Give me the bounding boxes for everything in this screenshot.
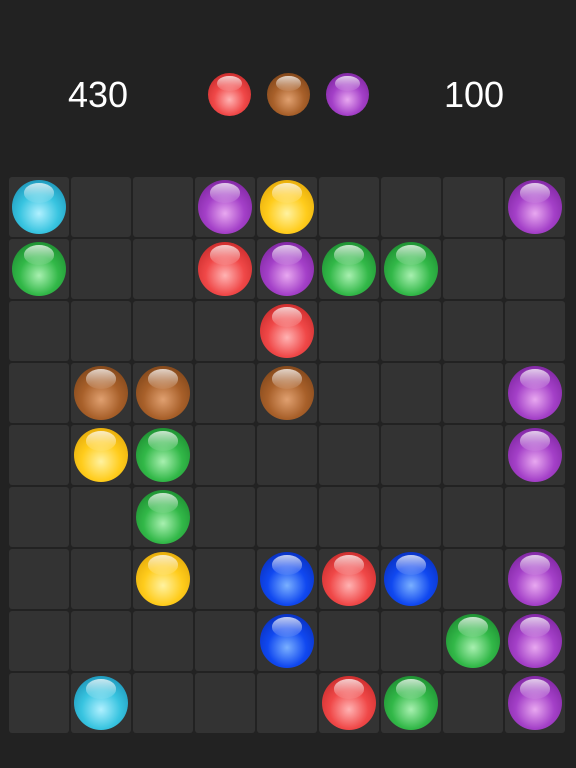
board-cell[interactable] bbox=[319, 363, 379, 423]
board-cell[interactable] bbox=[9, 487, 69, 547]
board-cell[interactable] bbox=[133, 673, 193, 733]
blue-ball[interactable] bbox=[260, 614, 314, 668]
board-cell[interactable] bbox=[71, 549, 131, 609]
board-cell[interactable] bbox=[195, 301, 255, 361]
cyan-ball[interactable] bbox=[74, 676, 128, 730]
purple-ball[interactable] bbox=[508, 614, 562, 668]
board-cell[interactable] bbox=[505, 239, 565, 299]
board-cell[interactable] bbox=[9, 549, 69, 609]
board-cell[interactable] bbox=[443, 673, 503, 733]
board-cell[interactable] bbox=[381, 425, 441, 485]
purple-ball[interactable] bbox=[508, 552, 562, 606]
red-ball[interactable] bbox=[198, 242, 252, 296]
board-cell[interactable] bbox=[257, 425, 317, 485]
green-ball[interactable] bbox=[136, 428, 190, 482]
board-cell[interactable] bbox=[381, 487, 441, 547]
cyan-ball[interactable] bbox=[12, 180, 66, 234]
green-ball[interactable] bbox=[446, 614, 500, 668]
green-ball[interactable] bbox=[384, 676, 438, 730]
blue-ball[interactable] bbox=[384, 552, 438, 606]
next-ball-red bbox=[208, 73, 251, 116]
board-cell[interactable] bbox=[195, 611, 255, 671]
board-cell[interactable] bbox=[319, 177, 379, 237]
yellow-ball[interactable] bbox=[136, 552, 190, 606]
board-cell[interactable] bbox=[505, 487, 565, 547]
board-cell[interactable] bbox=[71, 239, 131, 299]
yellow-ball[interactable] bbox=[74, 428, 128, 482]
board-cell[interactable] bbox=[133, 177, 193, 237]
board-cell[interactable] bbox=[381, 177, 441, 237]
red-ball[interactable] bbox=[322, 552, 376, 606]
board-cell[interactable] bbox=[195, 549, 255, 609]
purple-ball[interactable] bbox=[508, 428, 562, 482]
green-ball[interactable] bbox=[322, 242, 376, 296]
board-cell[interactable] bbox=[195, 425, 255, 485]
board-cell[interactable] bbox=[443, 487, 503, 547]
board-cell[interactable] bbox=[319, 487, 379, 547]
high-score-label: 100 bbox=[444, 74, 505, 115]
board-cell[interactable] bbox=[381, 301, 441, 361]
board-cell[interactable] bbox=[9, 611, 69, 671]
brown-ball[interactable] bbox=[260, 366, 314, 420]
board-cell[interactable] bbox=[9, 425, 69, 485]
board-cell[interactable] bbox=[9, 301, 69, 361]
board-cell[interactable] bbox=[71, 301, 131, 361]
next-ball-purple bbox=[326, 73, 369, 116]
board-cell[interactable] bbox=[443, 363, 503, 423]
purple-ball[interactable] bbox=[198, 180, 252, 234]
board-cell[interactable] bbox=[133, 301, 193, 361]
board-cell[interactable] bbox=[443, 425, 503, 485]
board-cell[interactable] bbox=[195, 673, 255, 733]
board-cell[interactable] bbox=[9, 363, 69, 423]
game-board bbox=[9, 177, 569, 737]
red-ball[interactable] bbox=[322, 676, 376, 730]
board-cell[interactable] bbox=[133, 239, 193, 299]
yellow-ball[interactable] bbox=[260, 180, 314, 234]
next-ball-brown bbox=[267, 73, 310, 116]
score-label: 430 bbox=[68, 74, 129, 115]
board-cell[interactable] bbox=[443, 301, 503, 361]
board-cell[interactable] bbox=[71, 487, 131, 547]
board-cell[interactable] bbox=[443, 549, 503, 609]
board-cell[interactable] bbox=[381, 611, 441, 671]
green-ball[interactable] bbox=[384, 242, 438, 296]
board-cell[interactable] bbox=[319, 611, 379, 671]
red-ball[interactable] bbox=[260, 304, 314, 358]
board-cell[interactable] bbox=[505, 301, 565, 361]
purple-ball[interactable] bbox=[508, 180, 562, 234]
board-cell[interactable] bbox=[381, 363, 441, 423]
purple-ball[interactable] bbox=[508, 676, 562, 730]
board-cell[interactable] bbox=[195, 363, 255, 423]
board-cell[interactable] bbox=[71, 611, 131, 671]
board-cell[interactable] bbox=[71, 177, 131, 237]
board-cell[interactable] bbox=[257, 487, 317, 547]
purple-ball[interactable] bbox=[260, 242, 314, 296]
blue-ball[interactable] bbox=[260, 552, 314, 606]
board-cell[interactable] bbox=[133, 611, 193, 671]
board-cell[interactable] bbox=[195, 487, 255, 547]
brown-ball[interactable] bbox=[136, 366, 190, 420]
board-cell[interactable] bbox=[443, 177, 503, 237]
board-cell[interactable] bbox=[257, 673, 317, 733]
board-cell[interactable] bbox=[9, 673, 69, 733]
green-ball[interactable] bbox=[12, 242, 66, 296]
board-cell[interactable] bbox=[319, 425, 379, 485]
next-balls-preview bbox=[208, 73, 370, 117]
brown-ball[interactable] bbox=[74, 366, 128, 420]
board-cell[interactable] bbox=[319, 301, 379, 361]
purple-ball[interactable] bbox=[508, 366, 562, 420]
green-ball[interactable] bbox=[136, 490, 190, 544]
board-cell[interactable] bbox=[443, 239, 503, 299]
